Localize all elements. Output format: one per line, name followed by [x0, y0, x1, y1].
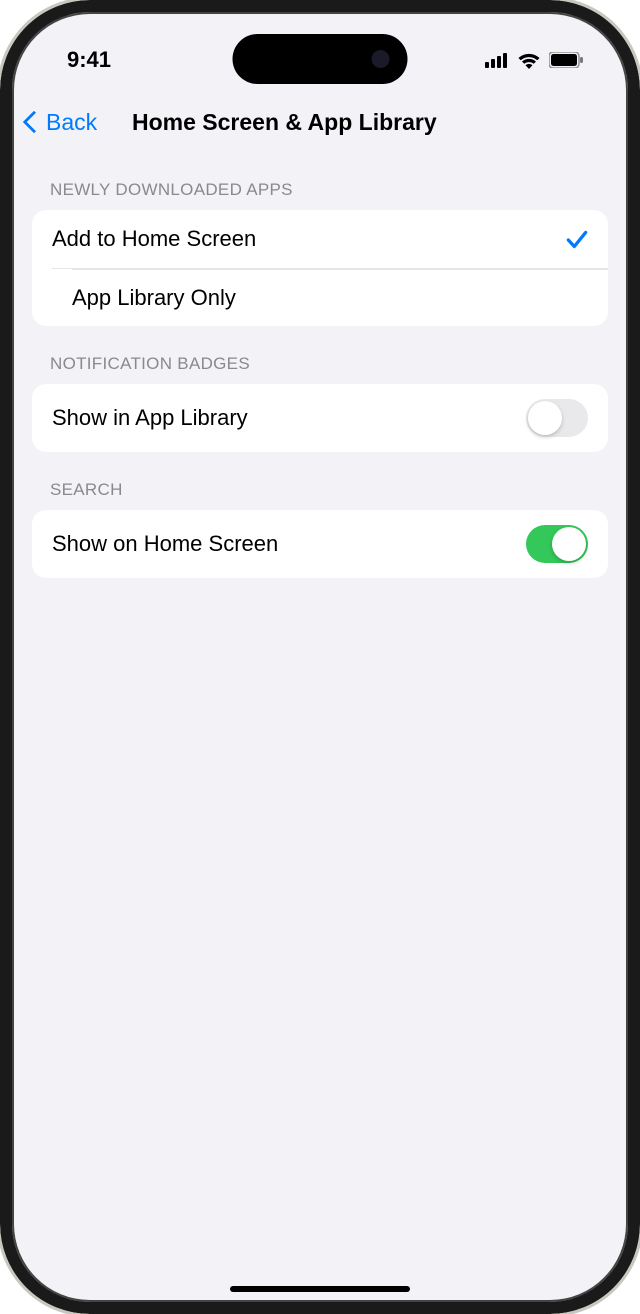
page-title: Home Screen & App Library — [132, 109, 608, 136]
section-header-newly-downloaded: NEWLY DOWNLOADED APPS — [32, 152, 608, 210]
back-label: Back — [46, 109, 97, 136]
group-newly-downloaded: Add to Home Screen App Library Only — [32, 210, 608, 326]
option-app-library-only[interactable]: App Library Only — [52, 268, 608, 326]
toggle-show-in-app-library[interactable] — [526, 399, 588, 437]
dynamic-island — [233, 34, 408, 84]
wifi-icon — [517, 51, 541, 69]
section-header-search: SEARCH — [32, 452, 608, 510]
back-button[interactable]: Back — [26, 109, 97, 136]
row-label: Show in App Library — [52, 405, 248, 431]
chevron-left-icon — [23, 111, 46, 134]
battery-icon — [549, 52, 583, 68]
row-show-in-app-library: Show in App Library — [32, 384, 608, 452]
home-indicator[interactable] — [230, 1286, 410, 1292]
group-search: Show on Home Screen — [32, 510, 608, 578]
option-add-to-home-screen[interactable]: Add to Home Screen — [32, 210, 608, 268]
row-show-on-home-screen: Show on Home Screen — [32, 510, 608, 578]
checkmark-icon — [564, 227, 588, 251]
option-label: Add to Home Screen — [52, 226, 256, 252]
section-header-notification-badges: NOTIFICATION BADGES — [32, 326, 608, 384]
cellular-signal-icon — [485, 52, 509, 68]
row-label: Show on Home Screen — [52, 531, 278, 557]
toggle-show-on-home-screen[interactable] — [526, 525, 588, 563]
group-notification-badges: Show in App Library — [32, 384, 608, 452]
option-label: App Library Only — [72, 285, 236, 311]
status-time: 9:41 — [67, 47, 111, 73]
navigation-bar: Back Home Screen & App Library — [12, 92, 628, 152]
